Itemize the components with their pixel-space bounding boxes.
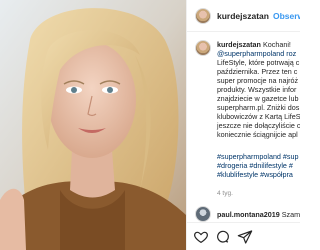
caption-mention[interactable]: @superpharmpoland roz (217, 49, 300, 58)
author-avatar[interactable] (195, 7, 211, 24)
caption-text: kurdejszatan Kochani! @superpharmpoland … (217, 40, 300, 139)
post-timestamp[interactable]: 4 tyg. (217, 190, 233, 197)
caption: kurdejszatan Kochani! @superpharmpoland … (195, 40, 300, 139)
caption-line-4: super promocje na najróż (217, 76, 299, 85)
hashtag-line[interactable]: #drogeria #dnilifestyle # (217, 161, 299, 170)
caption-line-7: superpharm.pl. Zniżki dos (217, 103, 300, 112)
heart-icon[interactable] (193, 229, 209, 245)
post-photo[interactable] (0, 0, 186, 250)
caption-username[interactable]: kurdejszatan (217, 40, 261, 49)
commenter-username[interactable]: paul.montana2019 (217, 210, 280, 219)
comment-item: paul.montana2019 Szam (195, 206, 300, 222)
caption-line-9: jeszcze nie dołączyliście c (217, 121, 300, 130)
post-header: kurdejszatan Obserw (187, 0, 300, 32)
hashtag-line[interactable]: #klublifestyle #współpra (217, 170, 299, 179)
caption-line-2: LifeStyle, które potrwają c (217, 58, 300, 67)
caption-line-5: produkty. Wszystkie infor (217, 85, 297, 94)
commenter-avatar[interactable] (195, 206, 211, 222)
share-icon[interactable] (237, 229, 253, 245)
comment-icon[interactable] (215, 229, 231, 245)
caption-line-10: koniecznie ściągnijcie apl (217, 130, 298, 139)
action-bar (187, 222, 300, 250)
caption-line-8: klubowiczów z Kartą LifeS (217, 112, 300, 121)
hashtag-line[interactable]: #superpharmpoland #sup (217, 152, 299, 161)
caption-author-avatar[interactable] (195, 40, 211, 56)
portrait-illustration (0, 0, 186, 250)
post-side-panel: kurdejszatan Obserw kurdejszatan Kochani… (186, 0, 300, 250)
author-username[interactable]: kurdejszatan (217, 11, 269, 21)
hashtags: #superpharmpoland #sup #drogeria #dnilif… (217, 152, 299, 179)
caption-line-6: znajdziecie w gazetce lub (217, 94, 299, 103)
caption-line-0: Kochani! (262, 40, 291, 49)
follow-button[interactable]: Obserw (273, 11, 300, 21)
caption-line-3: października. Przez ten c (217, 67, 298, 76)
comment-text: Szam (281, 209, 300, 219)
